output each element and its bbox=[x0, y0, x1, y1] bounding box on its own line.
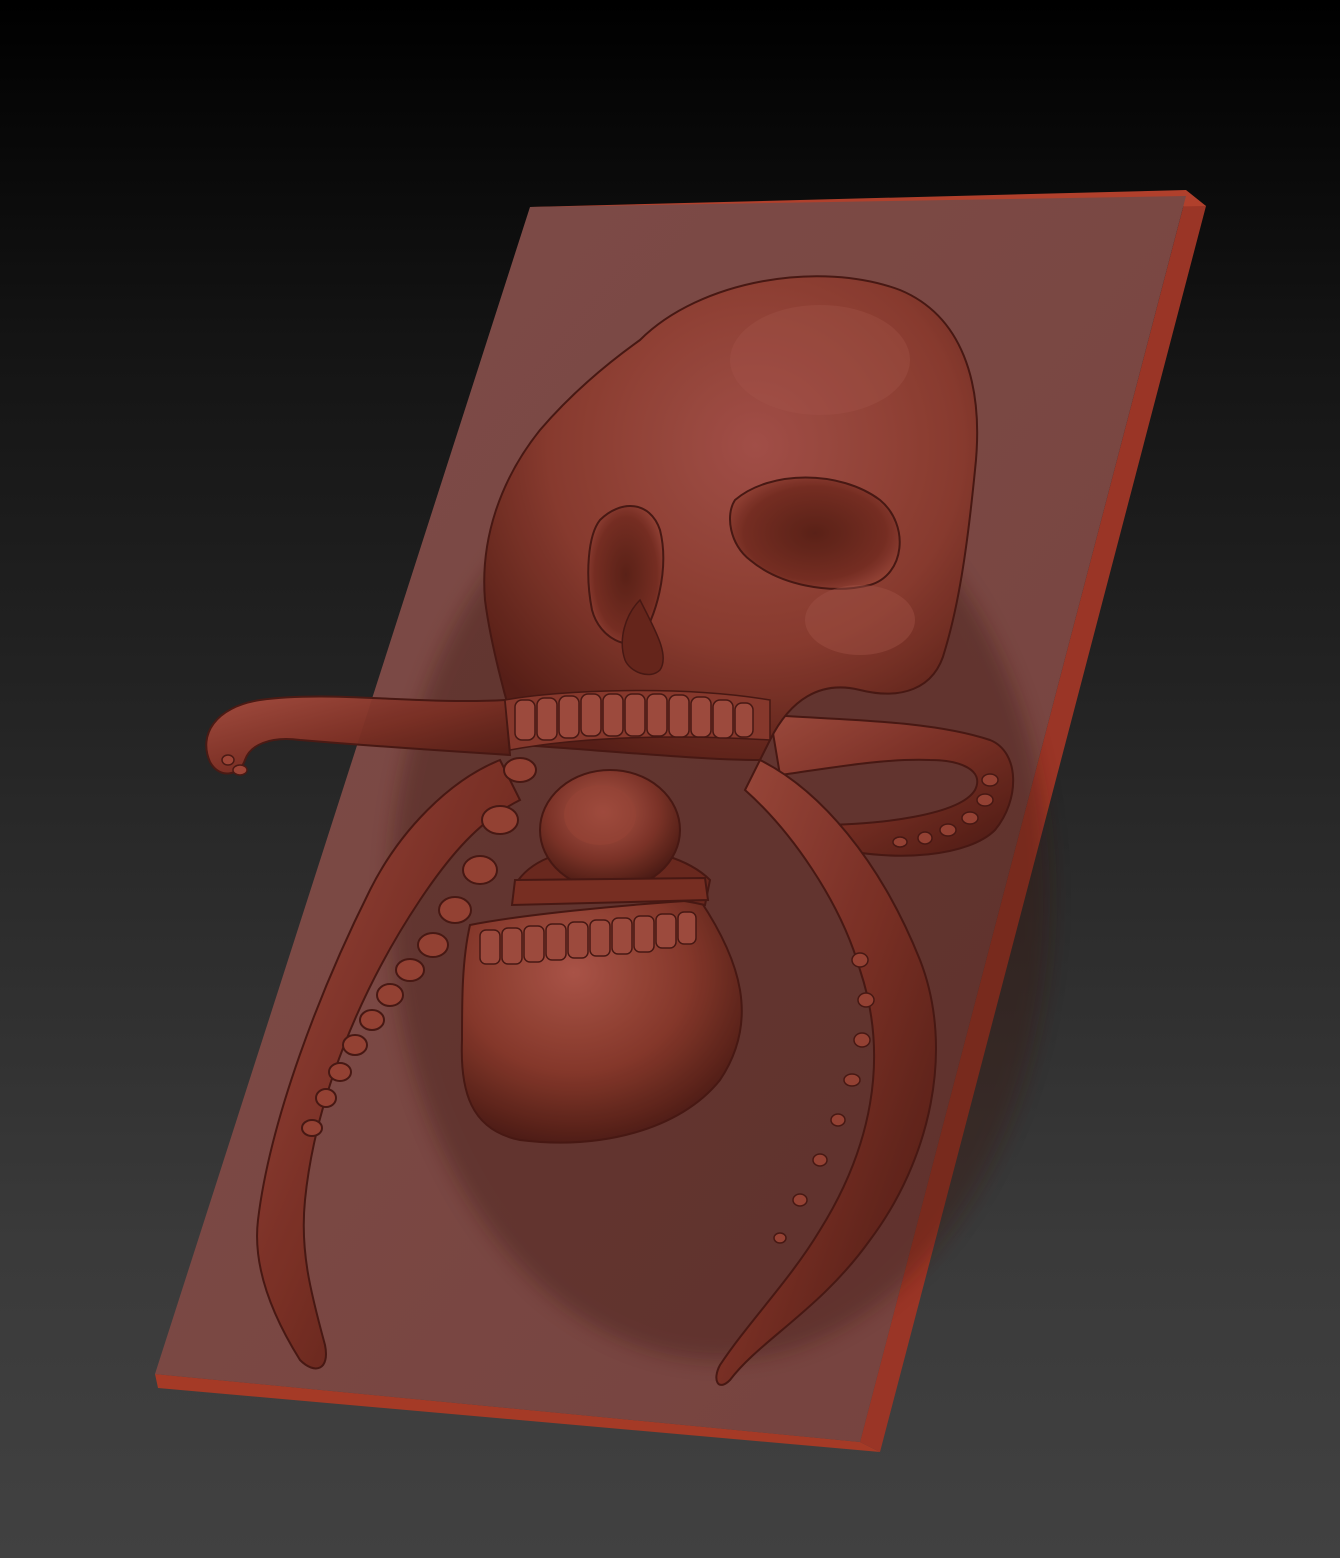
3d-viewport[interactable] bbox=[0, 0, 1340, 1558]
sculpt-render bbox=[155, 190, 1206, 1452]
